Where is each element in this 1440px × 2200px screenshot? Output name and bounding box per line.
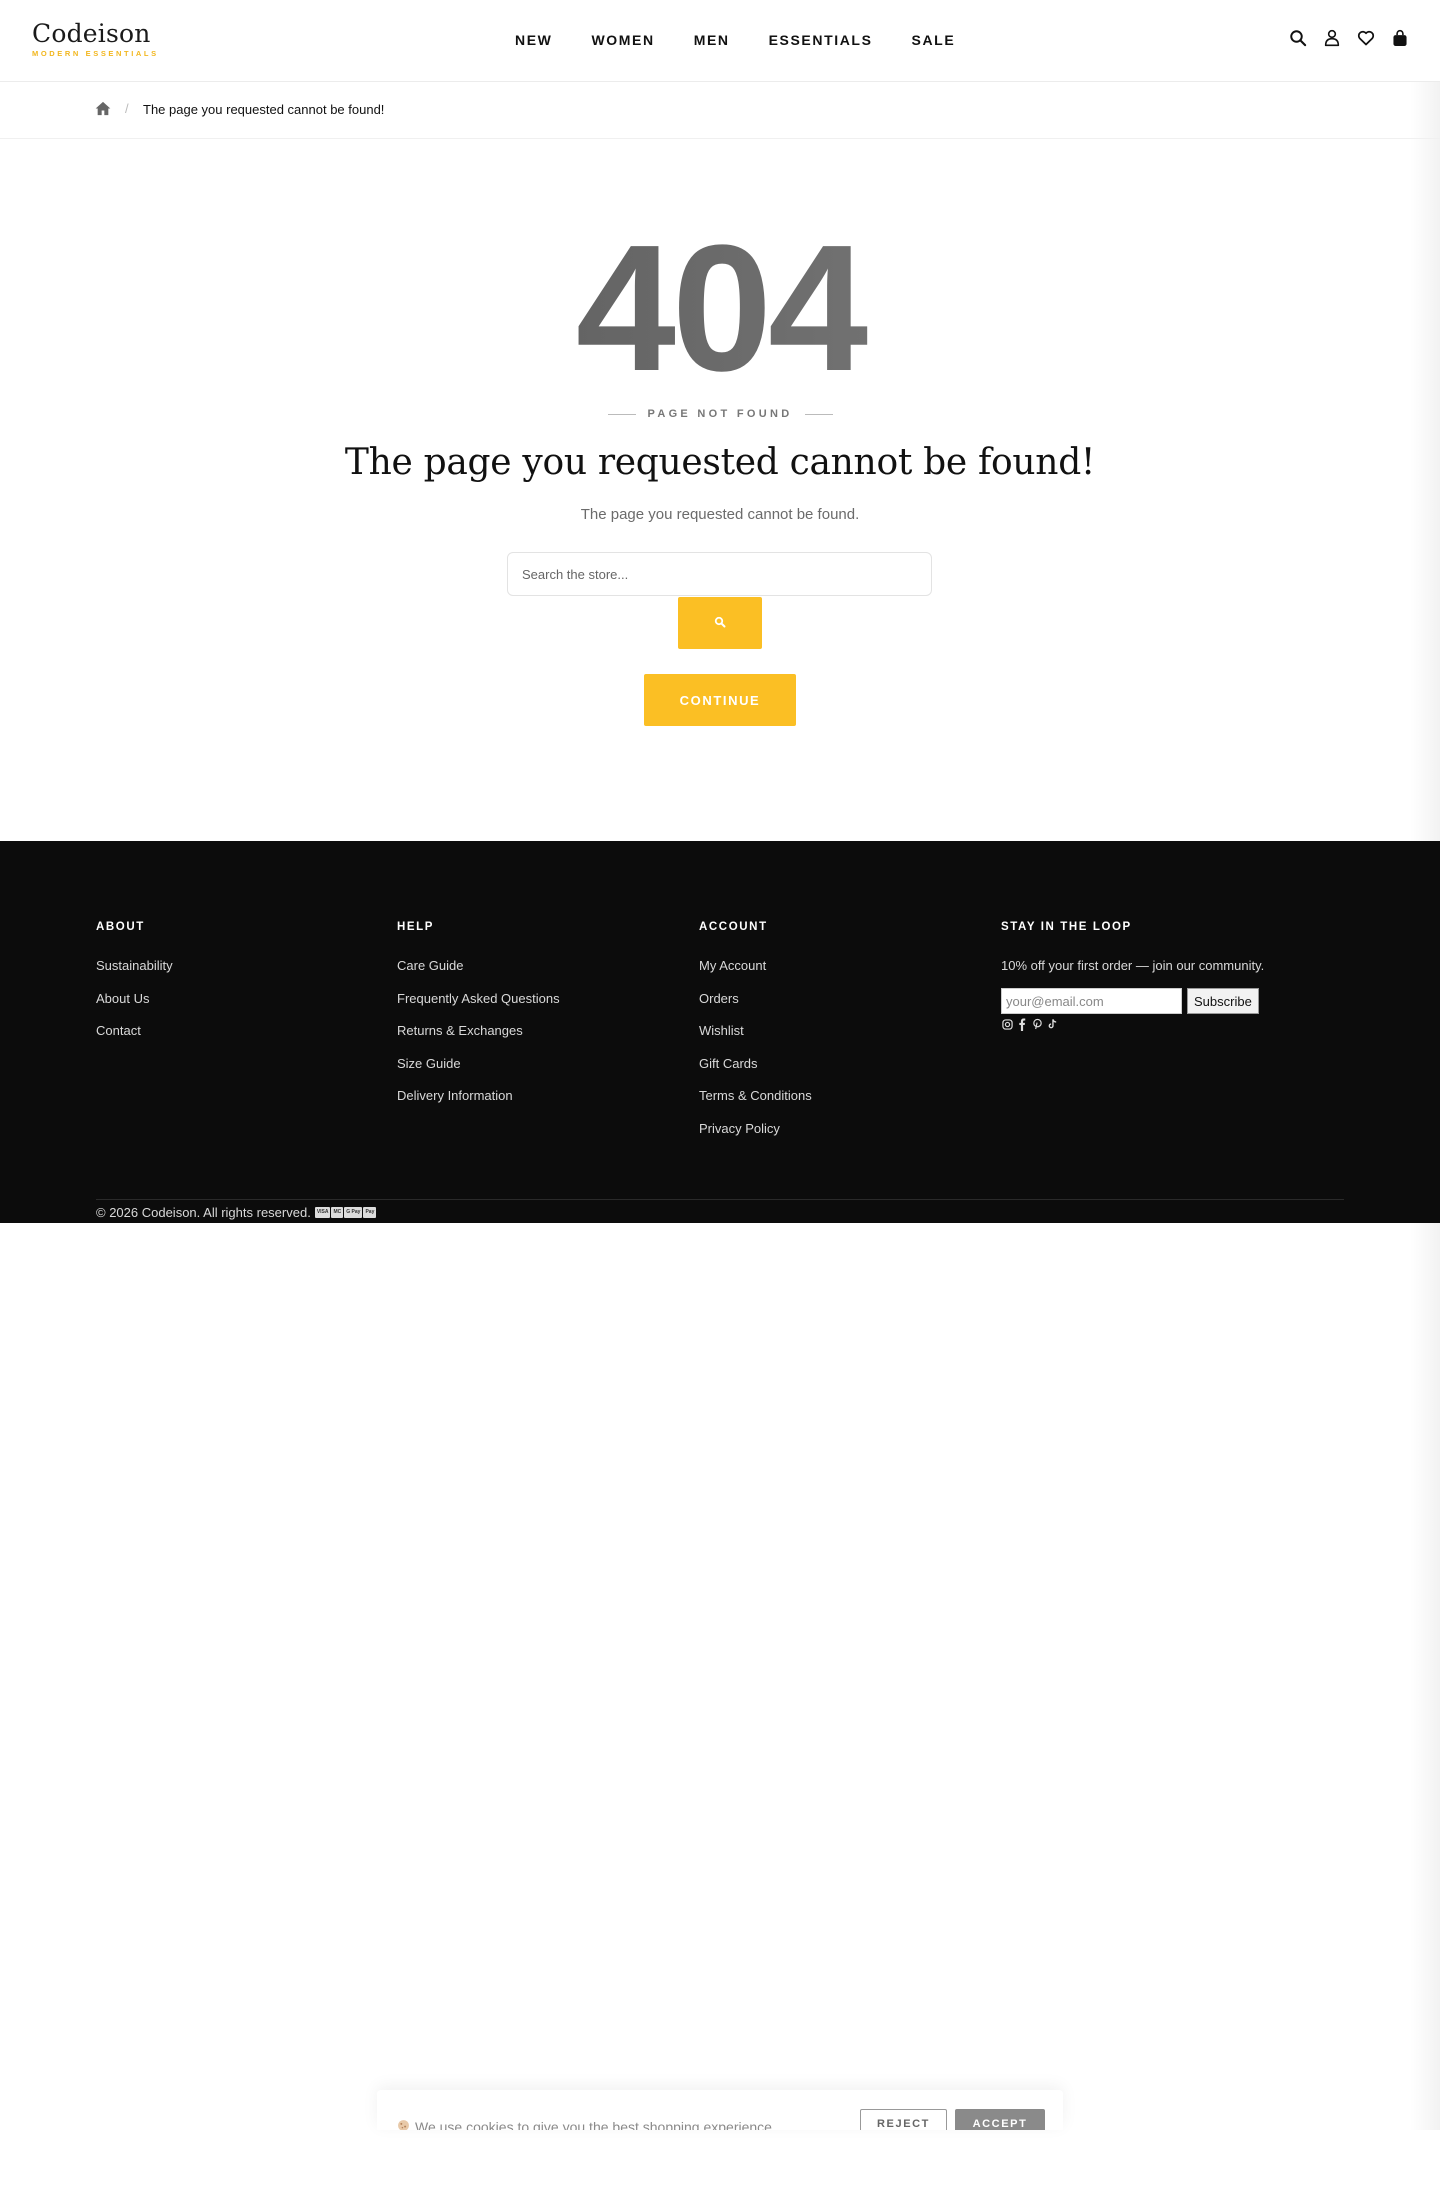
- footer-heading-about: ABOUT: [96, 921, 145, 933]
- footer-link-orders[interactable]: Orders: [699, 990, 812, 1007]
- heart-icon[interactable]: [1356, 27, 1376, 49]
- error-code: 404: [0, 219, 1440, 399]
- footer-link-about-us[interactable]: About Us: [96, 990, 173, 1007]
- footer-heading-newsletter: STAY IN THE LOOP: [1001, 921, 1132, 933]
- newsletter-form: Subscribe: [1001, 988, 1264, 1014]
- nav-item-women[interactable]: WOMEN: [591, 31, 654, 49]
- footer-link-care-guide[interactable]: Care Guide: [397, 957, 560, 974]
- footer-heading-account: ACCOUNT: [699, 921, 768, 933]
- footer-link-sustainability[interactable]: Sustainability: [96, 957, 173, 974]
- tiktok-icon[interactable]: [1046, 1017, 1058, 1031]
- footer-link-privacy[interactable]: Privacy Policy: [699, 1120, 812, 1137]
- nav-item-essentials[interactable]: ESSENTIALS: [769, 31, 873, 49]
- cookie-message: We use cookies to give you the best shop…: [397, 2119, 776, 2130]
- footer-column-newsletter: STAY IN THE LOOP 10% off your first orde…: [1001, 921, 1264, 1031]
- site-header: Codeison MODERN ESSENTIALS NEW WOMEN MEN…: [0, 0, 1440, 82]
- header-icons: [1288, 27, 1410, 49]
- copyright-text: © 2026 Codeison. All rights reserved.: [96, 1205, 311, 1220]
- search-input[interactable]: [508, 553, 931, 595]
- site-footer: ABOUT Sustainability About Us Contact HE…: [0, 841, 1440, 1223]
- logo[interactable]: Codeison MODERN ESSENTIALS: [32, 19, 159, 59]
- cookie-accept-button[interactable]: ACCEPT: [955, 2109, 1045, 2130]
- footer-link-returns[interactable]: Returns & Exchanges: [397, 1022, 560, 1039]
- social-links: [1001, 1017, 1264, 1031]
- cookie-reject-button[interactable]: REJECT: [860, 2109, 947, 2130]
- nav-item-men[interactable]: MEN: [694, 31, 730, 49]
- footer-link-delivery[interactable]: Delivery Information: [397, 1087, 560, 1104]
- store-search: [507, 552, 932, 596]
- facebook-icon[interactable]: [1016, 1017, 1028, 1031]
- bag-icon[interactable]: [1390, 27, 1410, 49]
- breadcrumb-current: The page you requested cannot be found!: [143, 102, 385, 117]
- search-icon: [714, 616, 726, 631]
- cookie-banner: We use cookies to give you the best shop…: [377, 2090, 1063, 2130]
- google-pay-icon: G Pay: [344, 1207, 363, 1218]
- footer-link-contact[interactable]: Contact: [96, 1022, 173, 1039]
- footer-divider: [96, 1199, 1344, 1200]
- mastercard-icon: MC: [331, 1207, 344, 1218]
- footer-link-wishlist[interactable]: Wishlist: [699, 1022, 812, 1039]
- cookie-text: We use cookies to give you the best shop…: [415, 2119, 776, 2130]
- instagram-icon[interactable]: [1001, 1017, 1013, 1031]
- footer-bottom: © 2026 Codeison. All rights reserved. VI…: [96, 1205, 377, 1220]
- eyebrow-line-left: [607, 413, 636, 415]
- footer-column-account: ACCOUNT My Account Orders Wishlist Gift …: [699, 921, 812, 1153]
- pinterest-icon[interactable]: [1031, 1017, 1043, 1031]
- footer-link-gift-cards[interactable]: Gift Cards: [699, 1055, 812, 1072]
- continue-button[interactable]: CONTINUE: [644, 674, 796, 726]
- not-found-section: 404 PAGE NOT FOUND The page you requeste…: [0, 139, 1440, 841]
- footer-link-terms[interactable]: Terms & Conditions: [699, 1087, 812, 1104]
- apple-pay-icon: Pay: [363, 1207, 377, 1218]
- main-nav: NEW WOMEN MEN ESSENTIALS SALE: [515, 31, 994, 49]
- payment-badges: VISA MC G Pay Pay: [314, 1207, 377, 1218]
- footer-column-help: HELP Care Guide Frequently Asked Questio…: [397, 921, 560, 1120]
- footer-link-size-guide[interactable]: Size Guide: [397, 1055, 560, 1072]
- page-title: The page you requested cannot be found!: [344, 442, 1096, 483]
- footer-link-faq[interactable]: Frequently Asked Questions: [397, 990, 560, 1007]
- account-icon[interactable]: [1322, 27, 1342, 49]
- subscribe-button[interactable]: Subscribe: [1187, 988, 1259, 1014]
- logo-name: Codeison: [32, 19, 151, 48]
- eyebrow-text: PAGE NOT FOUND: [647, 408, 793, 420]
- breadcrumb: / The page you requested cannot be found…: [0, 82, 1440, 139]
- logo-tagline: MODERN ESSENTIALS: [32, 49, 159, 58]
- newsletter-email-input[interactable]: [1001, 988, 1182, 1014]
- breadcrumb-separator: /: [125, 101, 129, 116]
- newsletter-text: 10% off your first order — join our comm…: [1001, 958, 1265, 973]
- error-eyebrow: PAGE NOT FOUND: [0, 408, 1440, 420]
- nav-item-new[interactable]: NEW: [515, 31, 552, 49]
- cookie-icon: [397, 2119, 410, 2130]
- visa-icon: VISA: [314, 1207, 331, 1218]
- search-icon[interactable]: [1288, 27, 1308, 49]
- nav-item-sale[interactable]: SALE: [912, 31, 956, 49]
- home-icon[interactable]: [95, 101, 111, 121]
- eyebrow-line-right: [804, 413, 833, 415]
- footer-link-my-account[interactable]: My Account: [699, 957, 812, 974]
- footer-heading-help: HELP: [397, 921, 435, 933]
- search-button[interactable]: [678, 597, 762, 649]
- footer-column-about: ABOUT Sustainability About Us Contact: [96, 921, 173, 1055]
- error-description: The page you requested cannot be found.: [580, 506, 860, 523]
